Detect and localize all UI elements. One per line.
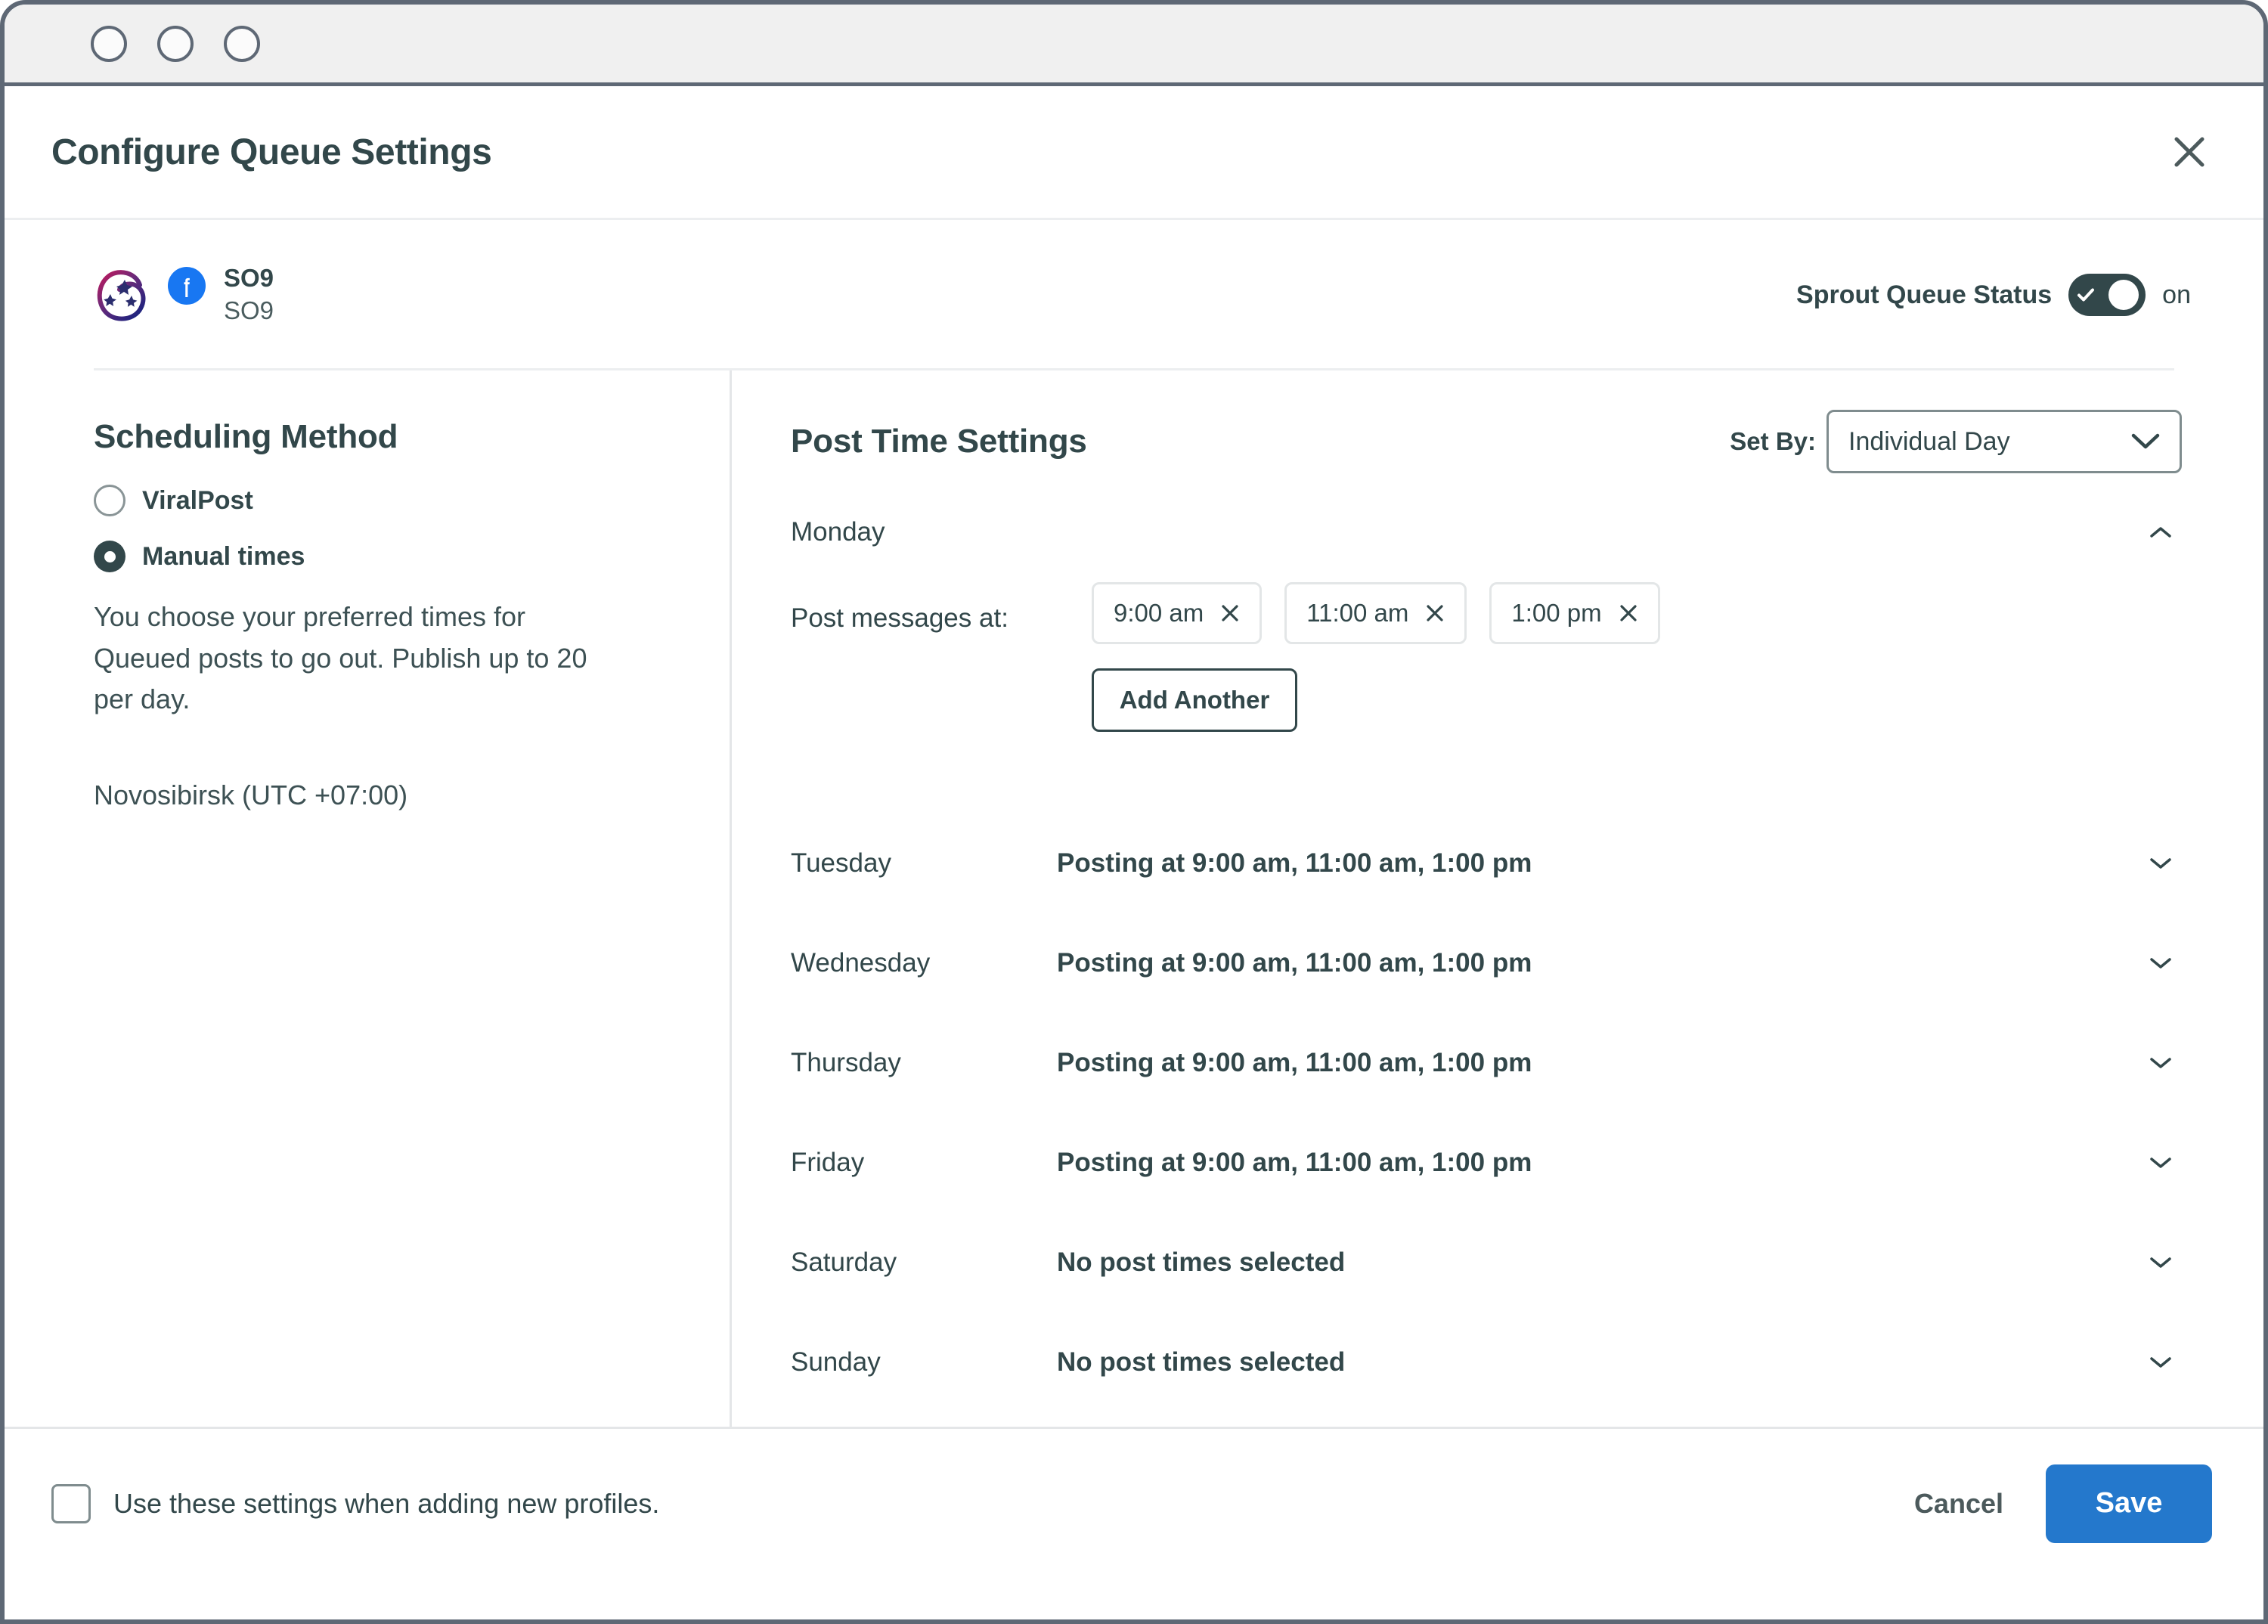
queue-status-label: Sprout Queue Status bbox=[1796, 280, 2053, 309]
day-summary: Posting at 9:00 am, 11:00 am, 1:00 pm bbox=[1057, 948, 1532, 978]
day-summary: Posting at 9:00 am, 11:00 am, 1:00 pm bbox=[1057, 1148, 1532, 1177]
toggle-knob bbox=[2108, 280, 2139, 310]
close-icon[interactable] bbox=[2162, 125, 2217, 179]
day-name: Friday bbox=[791, 1148, 865, 1177]
chevron-down-icon[interactable] bbox=[2139, 1142, 2182, 1184]
chevron-up-icon[interactable] bbox=[2139, 511, 2182, 553]
post-time-settings-panel: Post Time Settings Set By: Individual Da… bbox=[732, 370, 2263, 1427]
window-dot-minimize[interactable] bbox=[157, 25, 194, 62]
set-by-control: Set By: Individual Day bbox=[1730, 410, 2182, 473]
day-name-monday: Monday bbox=[791, 517, 885, 547]
modal-body: Scheduling Method ViralPost Manual times… bbox=[5, 370, 2263, 1427]
day-name: Sunday bbox=[791, 1347, 881, 1377]
time-chip-list: 9:00 am 11:00 am 1:00 pm bbox=[1092, 582, 2182, 644]
radio-option-viralpost[interactable]: ViralPost bbox=[94, 485, 730, 516]
queue-status-value: on bbox=[2162, 280, 2191, 309]
time-chip[interactable]: 1:00 pm bbox=[1489, 582, 1660, 644]
queue-status: Sprout Queue Status on bbox=[1796, 274, 2209, 316]
profile-handle: SO9 bbox=[224, 296, 274, 324]
day-name: Saturday bbox=[791, 1247, 897, 1277]
use-settings-checkbox[interactable] bbox=[51, 1483, 91, 1523]
cancel-button[interactable]: Cancel bbox=[1911, 1480, 2006, 1527]
chevron-down-icon[interactable] bbox=[2139, 942, 2182, 984]
chevron-down-icon[interactable] bbox=[2139, 842, 2182, 885]
day-name: Wednesday bbox=[791, 948, 931, 978]
radio-icon-selected bbox=[94, 541, 125, 572]
chevron-down-icon[interactable] bbox=[2139, 1341, 2182, 1384]
chevron-down-icon bbox=[2131, 432, 2160, 451]
radio-label-viralpost: ViralPost bbox=[142, 485, 253, 515]
day-name: Tuesday bbox=[791, 848, 891, 878]
footer-actions: Cancel Save bbox=[1911, 1464, 2212, 1543]
day-row-tuesday[interactable]: Tuesday Posting at 9:00 am, 11:00 am, 1:… bbox=[791, 814, 2182, 913]
add-another-button[interactable]: Add Another bbox=[1092, 668, 1297, 732]
day-row-thursday[interactable]: Thursday Posting at 9:00 am, 11:00 am, 1… bbox=[791, 1013, 2182, 1113]
queue-status-toggle[interactable] bbox=[2068, 274, 2146, 316]
radio-option-manual-times[interactable]: Manual times bbox=[94, 541, 730, 572]
close-icon[interactable] bbox=[1619, 603, 1638, 623]
profile-name: SO9 bbox=[224, 264, 274, 293]
radio-icon-unselected bbox=[94, 485, 125, 516]
time-chip-value: 11:00 am bbox=[1306, 599, 1409, 627]
window-dot-close[interactable] bbox=[91, 25, 127, 62]
set-by-label: Set By: bbox=[1730, 427, 1816, 455]
day-name: Thursday bbox=[791, 1048, 901, 1077]
scheduling-method-description: You choose your preferred times for Queu… bbox=[94, 601, 587, 715]
save-button[interactable]: Save bbox=[2046, 1464, 2212, 1543]
scheduling-method-panel: Scheduling Method ViralPost Manual times… bbox=[5, 370, 732, 1427]
day-summary: No post times selected bbox=[1057, 1247, 1346, 1277]
close-icon[interactable] bbox=[1425, 603, 1445, 623]
scheduling-method-title: Scheduling Method bbox=[94, 418, 398, 455]
day-summary: No post times selected bbox=[1057, 1347, 1346, 1377]
profile-row: SO9 SO9 Sprout Queue Status on bbox=[5, 220, 2263, 335]
chevron-down-icon[interactable] bbox=[2139, 1241, 2182, 1284]
day-row-sunday[interactable]: Sunday No post times selected bbox=[791, 1313, 2182, 1412]
post-time-settings-header: Post Time Settings Set By: Individual Da… bbox=[791, 410, 2182, 473]
scheduling-method-options: ViralPost Manual times bbox=[94, 485, 730, 572]
set-by-value: Individual Day bbox=[1848, 426, 2010, 456]
window-dot-maximize[interactable] bbox=[224, 25, 260, 62]
post-messages-at-label: Post messages at: bbox=[791, 603, 1009, 633]
modal-footer: Use these settings when adding new profi… bbox=[5, 1427, 2263, 1578]
window-titlebar bbox=[5, 5, 2263, 86]
modal-header: Configure Queue Settings bbox=[5, 86, 2263, 220]
set-by-dropdown[interactable]: Individual Day bbox=[1826, 410, 2182, 473]
monday-times-row: Post messages at: 9:00 am 11:00 am 1:00 … bbox=[791, 582, 2182, 732]
page-title: Configure Queue Settings bbox=[51, 132, 492, 172]
day-header-monday[interactable]: Monday bbox=[791, 510, 2182, 555]
profile-avatar-swirl-icon bbox=[94, 267, 150, 323]
post-time-settings-title: Post Time Settings bbox=[791, 423, 1087, 460]
time-chip[interactable]: 9:00 am bbox=[1092, 582, 1263, 644]
day-section-monday: Monday Post messages at: 9:00 am 11:00 a… bbox=[791, 510, 2182, 732]
use-settings-checkbox-label: Use these settings when adding new profi… bbox=[113, 1487, 660, 1519]
day-row-friday[interactable]: Friday Posting at 9:00 am, 11:00 am, 1:0… bbox=[791, 1113, 2182, 1213]
day-row-wednesday[interactable]: Wednesday Posting at 9:00 am, 11:00 am, … bbox=[791, 913, 2182, 1013]
timezone-label: Novosibirsk (UTC +07:00) bbox=[94, 779, 408, 811]
profile-names: SO9 SO9 bbox=[224, 264, 274, 326]
day-row-saturday[interactable]: Saturday No post times selected bbox=[791, 1213, 2182, 1313]
day-rows-list: Tuesday Posting at 9:00 am, 11:00 am, 1:… bbox=[791, 814, 2182, 1412]
time-chip-value: 9:00 am bbox=[1114, 599, 1204, 627]
monday-times-area: 9:00 am 11:00 am 1:00 pm Add Another bbox=[1092, 582, 2182, 732]
time-chip-value: 1:00 pm bbox=[1511, 599, 1602, 627]
check-icon bbox=[2075, 284, 2096, 305]
use-settings-checkbox-row[interactable]: Use these settings when adding new profi… bbox=[51, 1483, 660, 1523]
app-window: Configure Queue Settings SO9 SO9 Sprout … bbox=[0, 0, 2268, 1624]
day-summary: Posting at 9:00 am, 11:00 am, 1:00 pm bbox=[1057, 1048, 1532, 1077]
close-icon[interactable] bbox=[1220, 603, 1240, 623]
chevron-down-icon[interactable] bbox=[2139, 1042, 2182, 1084]
time-chip[interactable]: 11:00 am bbox=[1284, 582, 1467, 644]
facebook-icon bbox=[168, 267, 206, 305]
radio-label-manual-times: Manual times bbox=[142, 541, 305, 571]
day-summary: Posting at 9:00 am, 11:00 am, 1:00 pm bbox=[1057, 848, 1532, 878]
